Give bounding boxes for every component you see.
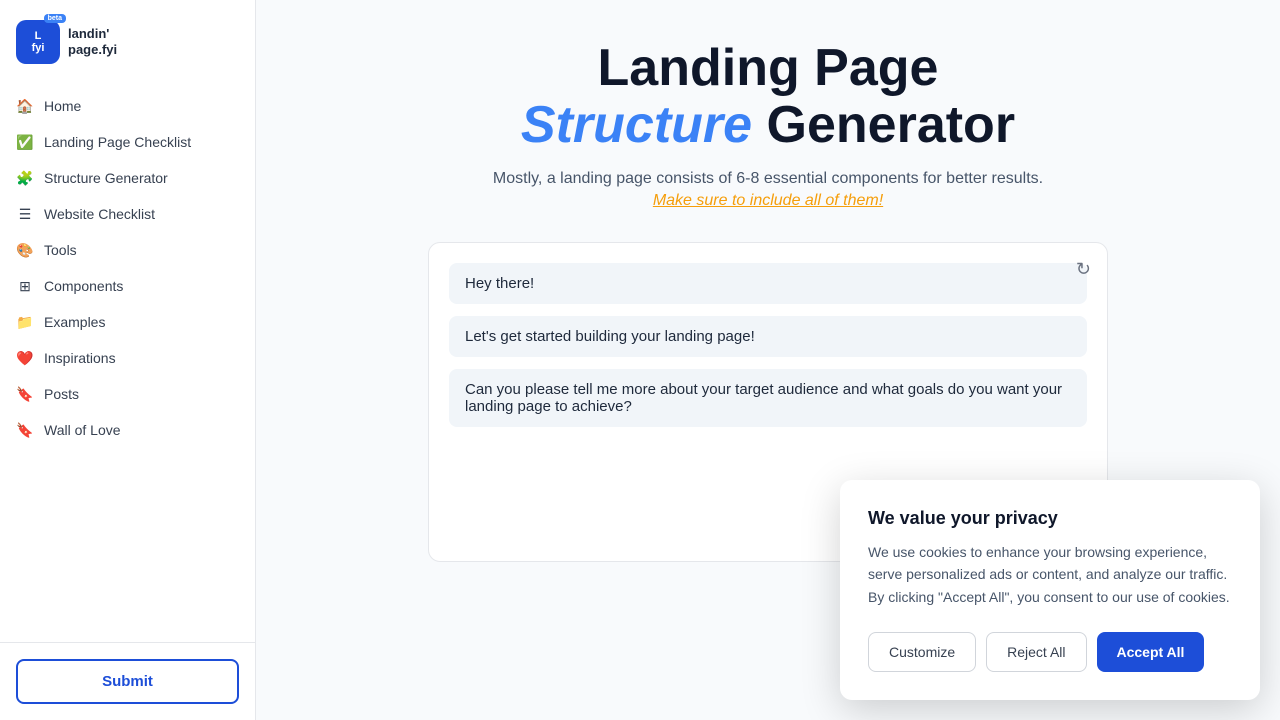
home-icon: 🏠: [16, 97, 34, 115]
sidebar-item-landing-page-checklist[interactable]: ✅ Landing Page Checklist: [0, 124, 255, 160]
structure-generator-icon: 🧩: [16, 169, 34, 187]
examples-label: Examples: [44, 314, 105, 330]
submit-button[interactable]: Submit: [16, 659, 239, 704]
examples-icon: 📁: [16, 313, 34, 331]
chat-bubble: Hey there!: [449, 263, 1087, 304]
sidebar: Lfyi beta landin' page.fyi 🏠 Home ✅ Landing…: [0, 0, 256, 720]
sidebar-item-wall-of-love[interactable]: 🔖 Wall of Love: [0, 412, 255, 448]
components-icon: ⊞: [16, 277, 34, 295]
home-label: Home: [44, 98, 81, 114]
cookie-title: We value your privacy: [868, 508, 1232, 529]
posts-label: Posts: [44, 386, 79, 402]
nav-menu: 🏠 Home ✅ Landing Page Checklist 🧩 Structure G…: [0, 80, 255, 642]
logo: Lfyi beta landin' page.fyi: [0, 0, 255, 80]
sidebar-item-components[interactable]: ⊞ Components: [0, 268, 255, 304]
beta-badge: beta: [44, 14, 66, 23]
components-label: Components: [44, 278, 123, 294]
chat-bubble-wrapper: Can you please tell me more about your t…: [449, 369, 1087, 427]
logo-icon: Lfyi beta: [16, 20, 60, 64]
reject-all-button[interactable]: Reject All: [986, 632, 1086, 672]
subtext: Mostly, a landing page consists of 6-8 e…: [493, 170, 1043, 188]
heading-line1: Landing Page: [521, 40, 1015, 97]
tools-label: Tools: [44, 242, 77, 258]
tools-icon: 🎨: [16, 241, 34, 259]
sidebar-item-inspirations[interactable]: ❤️ Inspirations: [0, 340, 255, 376]
structure-generator-label: Structure Generator: [44, 170, 168, 186]
accept-all-button[interactable]: Accept All: [1097, 632, 1205, 672]
wall-of-love-label: Wall of Love: [44, 422, 121, 438]
posts-icon: 🔖: [16, 385, 34, 403]
sidebar-item-examples[interactable]: 📁 Examples: [0, 304, 255, 340]
wall-of-love-icon: 🔖: [16, 421, 34, 439]
sidebar-item-posts[interactable]: 🔖 Posts: [0, 376, 255, 412]
logo-text: landin' page.fyi: [68, 26, 117, 57]
heading-line2: Structure Generator: [521, 97, 1015, 154]
sidebar-item-tools[interactable]: 🎨 Tools: [0, 232, 255, 268]
inspirations-icon: ❤️: [16, 349, 34, 367]
chat-bubble-wrapper: Hey there!: [449, 263, 1087, 304]
chat-bubble-wrapper: Let's get started building your landing …: [449, 316, 1087, 357]
inspirations-label: Inspirations: [44, 350, 116, 366]
chat-bubble: Can you please tell me more about your t…: [449, 369, 1087, 427]
logo-icon-text: Lfyi: [32, 30, 45, 54]
heading-rest: Generator: [752, 96, 1015, 154]
customize-button[interactable]: Customize: [868, 632, 976, 672]
website-checklist-icon: ☰: [16, 205, 34, 223]
chat-bubble: Let's get started building your landing …: [449, 316, 1087, 357]
landing-page-checklist-label: Landing Page Checklist: [44, 134, 191, 150]
landing-page-checklist-icon: ✅: [16, 133, 34, 151]
website-checklist-label: Website Checklist: [44, 206, 155, 222]
cookie-text: We use cookies to enhance your browsing …: [868, 541, 1232, 608]
sidebar-item-website-checklist[interactable]: ☰ Website Checklist: [0, 196, 255, 232]
sidebar-item-structure-generator[interactable]: 🧩 Structure Generator: [0, 160, 255, 196]
heading-accent: Structure: [521, 96, 752, 154]
refresh-button[interactable]: ↻: [1076, 259, 1091, 280]
sidebar-footer: Submit: [0, 642, 255, 720]
subtext-italic: Make sure to include all of them!: [653, 192, 883, 210]
sidebar-item-home[interactable]: 🏠 Home: [0, 88, 255, 124]
cookie-buttons: Customize Reject All Accept All: [868, 632, 1232, 672]
page-heading: Landing Page Structure Generator: [521, 40, 1015, 154]
cookie-banner: We value your privacy We use cookies to …: [840, 480, 1260, 700]
